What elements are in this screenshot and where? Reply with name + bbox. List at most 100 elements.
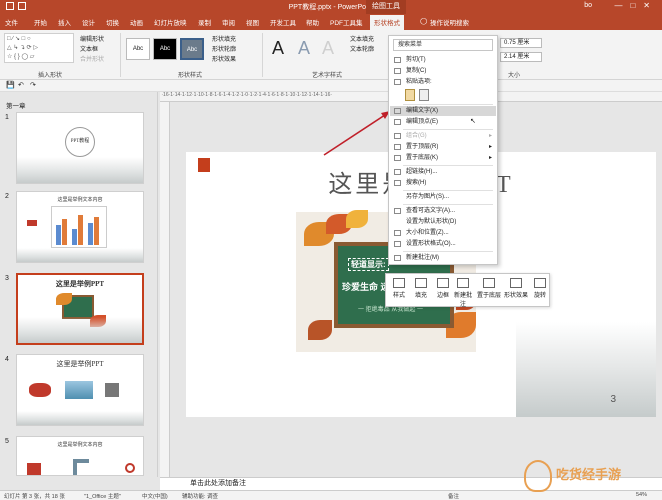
slide-thumbnail-2[interactable]: 这里是举例文本内容 [16,191,144,263]
slide-thumbnail-5[interactable]: 这里是举例文本内容 [16,436,144,476]
thumb-icon [27,220,37,226]
slide-number: 5 [5,438,9,445]
shape-line-icon[interactable]: □ ∕ ↘ □ ○ [7,35,31,42]
mini-send-back-button[interactable]: 置于底层 [476,276,502,306]
menu-item-paste-options: 粘贴选项: [390,77,496,87]
window-controls[interactable]: —□✕ [614,1,658,10]
tell-me-search[interactable]: 操作说明搜索 [430,17,469,27]
lightbulb-icon: ◯ [420,18,428,25]
menu-item-save-as-picture[interactable]: 另存为图片(S)... [390,192,496,202]
user-name[interactable]: bo [584,2,592,9]
shape-width-input[interactable]: 2.14 厘米 [500,52,542,62]
shape-effects-button[interactable]: 形状效果 [212,54,236,63]
tab-developer[interactable]: 开发工具 [270,17,296,27]
mini-shape-effects-button[interactable]: 形状效果 [502,276,530,306]
text-box-button[interactable]: 文本框 [80,44,98,53]
menu-item-new-comment[interactable]: 新建批注(M) [390,253,496,263]
thumb-title: 这里是举例PPT [55,280,105,288]
slide-thumbnail-4[interactable]: 这里是举例PPT [16,354,144,426]
shape-misc-icon[interactable]: ☆ { } ◯ ▱ [7,53,34,60]
tab-shape-format[interactable]: 形状格式 [370,15,404,30]
wordart-style-black[interactable]: A [272,38,284,59]
tab-insert[interactable]: 插入 [58,17,71,27]
tab-transitions[interactable]: 切换 [106,17,119,27]
text-fill-button[interactable]: 文本填充 [350,34,374,43]
pen-outline-icon [437,278,449,288]
shape-style-white[interactable]: Abc [126,38,150,60]
menu-item-format-shape[interactable]: 设置形状格式(O)... [390,239,496,249]
menu-item-label: 复制(C) [406,68,427,74]
shape-outline-button[interactable]: 形状轮廓 [212,44,236,53]
mini-button-label: 置于底层 [476,293,501,299]
vertical-ruler [160,102,170,477]
paste-picture-icon[interactable] [419,89,429,101]
drawing-tools-context-label: 绘图工具 [366,0,406,14]
slide-thumbnail-3[interactable]: 这里是举例PPT [16,273,144,345]
menu-item-size-position[interactable]: 大小和位置(Z)... [390,228,496,238]
shape-effects-icon [510,278,522,288]
mini-button-label: 旋转 [533,293,546,299]
mini-rotate-button[interactable]: 旋转 [530,276,550,306]
tab-view[interactable]: 视图 [246,17,259,27]
save-icon[interactable]: 💾 [6,81,15,89]
menu-item-cut[interactable]: 剪切(T) [390,55,496,65]
redo-icon[interactable]: ↷ [30,81,36,89]
mini-outline-button[interactable]: 边框 [432,276,454,306]
thumb-chart [51,206,107,248]
undo-icon[interactable]: ↶ [18,81,24,89]
slide-thumbnails-pane: 第一章 1 PPT教程 2 这里是举例文本内容 3 这里是举例PPT 4 这里是… [0,92,158,477]
size-group-label: 大小 [508,73,521,79]
slide-thumbnail-1[interactable]: PPT教程 [16,112,144,184]
menu-item-bring-to-front[interactable]: 置于顶层(R) ▸ [390,142,496,152]
tab-slideshow[interactable]: 幻灯片放映 [154,17,187,27]
shape-gallery[interactable]: □ ∕ ↘ □ ○ △ ↳ ↴ ⟳ ▷ ☆ { } ◯ ▱ [4,33,74,63]
text-outline-button[interactable]: 文本轮廓 [350,44,374,53]
menu-item-label: 查看可选文字(A)... [406,208,455,214]
shape-fill-button[interactable]: 形状填充 [212,34,236,43]
tab-design[interactable]: 设计 [82,17,95,27]
tab-help[interactable]: 帮助 [306,17,319,27]
mini-fill-button[interactable]: 填充 [410,276,432,306]
paste-keep-format-icon[interactable] [405,89,415,101]
wordart-style-blue[interactable]: A [298,38,310,59]
menu-item-label: 编辑文字(X) [406,108,438,114]
menu-item-edit-text[interactable]: 编辑文字(X) [390,106,496,116]
tab-review[interactable]: 审阅 [222,17,235,27]
context-menu-search[interactable]: 搜索菜单 [393,39,493,51]
menu-item-send-to-back[interactable]: 置于底层(K) ▸ [390,153,496,163]
mini-button-label: 填充 [414,293,427,299]
rotate-icon [534,278,546,288]
maple-leaf [308,320,332,340]
send-back-icon [483,278,495,288]
shape-style-gray[interactable]: Abc [180,38,204,60]
menu-item-label: 组合(G) [406,133,427,139]
menu-item-alt-text[interactable]: 查看可选文字(A)... [390,206,496,216]
menu-item-edit-points[interactable]: 编辑顶点(E) ↖ [390,117,496,127]
menu-item-hyperlink[interactable]: 超链接(H)... [390,167,496,177]
merge-shape-button[interactable]: 合并形状 [80,54,104,63]
tab-pdf-tools[interactable]: PDF工具集 [330,17,363,27]
tab-record[interactable]: 录制 [198,17,211,27]
copy-icon [394,68,401,74]
shape-arrow-icon[interactable]: △ ↳ ↴ ⟳ ▷ [7,44,38,51]
menu-item-label: 粘贴选项: [406,79,432,85]
edit-shape-button[interactable]: 编辑形状 [80,34,104,43]
menu-item-copy[interactable]: 复制(C) [390,66,496,76]
accessibility-status[interactable]: 辅助功能: 调查 [182,492,218,500]
tab-file[interactable]: 文件 [5,17,18,27]
mini-new-comment-button[interactable]: 新建批注 [452,276,474,308]
menu-item-group[interactable]: 组合(G) ▸ [390,131,496,141]
language-status[interactable]: 中文(中国) [142,492,168,500]
shape-height-input[interactable]: 0.75 厘米 [500,38,542,48]
mini-style-button[interactable]: 样式 [388,276,410,306]
menu-item-search[interactable]: 搜索(H) [390,178,496,188]
tab-animations[interactable]: 动画 [130,17,143,27]
menu-item-set-default-shape[interactable]: 设置为默认形状(D) [390,217,496,227]
wordart-style-light[interactable]: A [322,38,334,59]
tab-home[interactable]: 开始 [34,17,47,27]
board-heading[interactable]: 轻道显示: [348,258,389,271]
notes-toggle-button[interactable]: 备注 [448,492,459,500]
menu-item-label: 剪切(T) [406,57,426,63]
shape-style-black[interactable]: Abc [153,38,177,60]
section-label[interactable]: 第一章 [6,100,26,110]
